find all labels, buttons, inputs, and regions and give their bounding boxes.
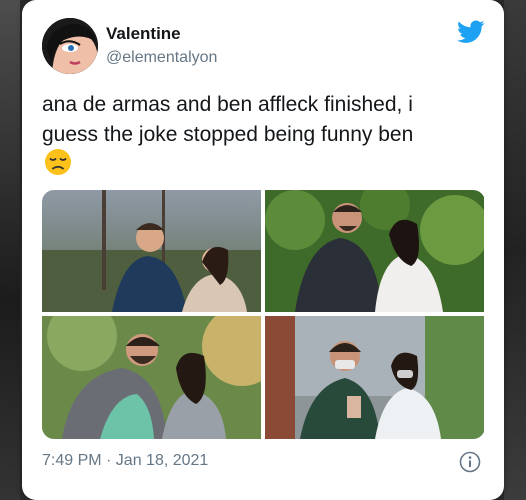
avatar[interactable]	[42, 18, 98, 74]
tweet-text-line-1: ana de armas and ben affleck finished, i	[42, 93, 413, 116]
photo-4[interactable]	[265, 316, 484, 439]
info-icon[interactable]	[459, 451, 481, 473]
user-handle[interactable]: @elementalyon	[106, 49, 217, 67]
tweet-card: Valentine @elementalyon ana de armas and…	[22, 0, 504, 500]
media-grid[interactable]	[42, 190, 485, 439]
display-name[interactable]: Valentine	[106, 24, 181, 44]
tweet-text: ana de armas and ben affleck finished, i…	[42, 90, 492, 150]
twitter-bird-icon[interactable]	[457, 20, 485, 44]
photo-1[interactable]	[42, 190, 261, 312]
tweet-text-line-2: guess the joke stopped being funny ben	[42, 123, 414, 146]
avatar-illustration	[42, 18, 98, 74]
photo-3[interactable]	[42, 316, 261, 439]
background-left	[0, 0, 20, 500]
background-right	[504, 0, 526, 500]
photo-2[interactable]	[265, 190, 484, 312]
tweet-timestamp[interactable]: 7:49 PM · Jan 18, 2021	[42, 452, 208, 470]
disappointed-face-emoji-icon	[44, 148, 72, 176]
